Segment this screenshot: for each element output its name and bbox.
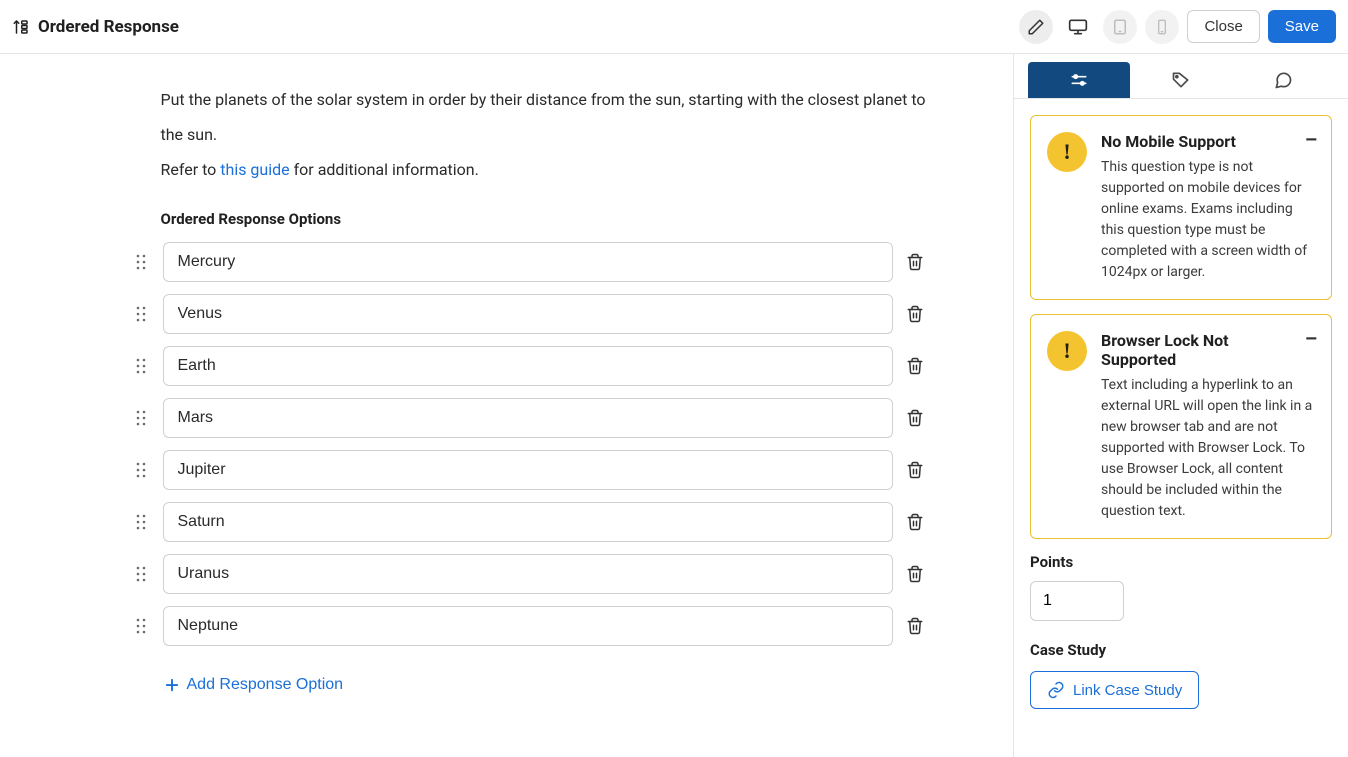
topbar: Ordered Response Close Save [0,0,1348,54]
drag-handle-icon[interactable] [133,357,149,375]
drag-handle-icon[interactable] [133,513,149,531]
drag-handle-icon[interactable] [133,253,149,271]
desktop-preview-button[interactable] [1061,10,1095,44]
points-input[interactable] [1030,581,1124,621]
question-text-refer-pre: Refer to [161,160,221,179]
option-input[interactable] [163,242,893,282]
warning-icon: ! [1047,132,1087,172]
trash-icon [906,513,924,531]
warning-no-mobile: ! No Mobile Support This question type i… [1030,115,1332,300]
warning-icon: ! [1047,331,1087,371]
option-input[interactable] [163,450,893,490]
drag-handle-icon[interactable] [133,617,149,635]
tab-settings[interactable] [1028,62,1130,98]
pencil-icon [1027,18,1045,36]
delete-option-button[interactable] [903,614,927,638]
tablet-icon [1111,18,1129,36]
warning-collapse-button[interactable]: − [1305,130,1317,150]
trash-icon [906,409,924,427]
drag-handle-icon[interactable] [133,461,149,479]
warning-text: This question type is not supported on m… [1101,157,1315,283]
guide-link[interactable]: this guide [220,160,289,179]
add-response-option-button[interactable]: Add Response Option [161,672,346,698]
save-button[interactable]: Save [1268,10,1336,43]
option-input[interactable] [163,606,893,646]
option-row [161,450,927,490]
drag-handle-icon[interactable] [133,305,149,323]
tab-tags[interactable] [1130,62,1232,98]
link-case-study-button[interactable]: Link Case Study [1030,671,1199,709]
close-button[interactable]: Close [1187,10,1259,43]
option-row [161,398,927,438]
warning-title: Browser Lock Not Supported [1101,331,1315,369]
edit-mode-button[interactable] [1019,10,1053,44]
sidebar-tabs [1014,54,1348,99]
options-list [161,242,927,646]
tab-comments[interactable] [1232,62,1334,98]
main: Put the planets of the solar system in o… [0,54,1014,757]
points-field: Points [1030,553,1332,621]
trash-icon [906,357,924,375]
trash-icon [906,617,924,635]
option-row [161,554,927,594]
delete-option-button[interactable] [903,354,927,378]
trash-icon [906,305,924,323]
mobile-preview-button [1145,10,1179,44]
tablet-preview-button [1103,10,1137,44]
case-study-field: Case Study Link Case Study [1030,641,1332,709]
delete-option-button[interactable] [903,458,927,482]
question-stem: Put the planets of the solar system in o… [161,82,927,188]
option-input[interactable] [163,398,893,438]
sliders-icon [1069,70,1089,90]
sidebar: ! No Mobile Support This question type i… [1014,54,1348,757]
comment-icon [1273,70,1293,90]
delete-option-button[interactable] [903,510,927,534]
tag-icon [1171,70,1191,90]
options-section-label: Ordered Response Options [161,210,927,228]
drag-handle-icon[interactable] [133,409,149,427]
points-label: Points [1030,553,1332,571]
option-row [161,502,927,542]
mobile-icon [1154,19,1170,35]
warning-collapse-button[interactable]: − [1305,329,1317,349]
option-row [161,606,927,646]
warning-title: No Mobile Support [1101,132,1315,151]
delete-option-button[interactable] [903,562,927,586]
option-input[interactable] [163,554,893,594]
option-row [161,294,927,334]
option-row [161,242,927,282]
delete-option-button[interactable] [903,406,927,430]
option-input[interactable] [163,502,893,542]
warning-browser-lock: ! Browser Lock Not Supported Text includ… [1030,314,1332,539]
option-input[interactable] [163,294,893,334]
question-text-refer-post: for additional information. [290,160,479,179]
option-row [161,346,927,386]
page-title: Ordered Response [38,17,179,37]
trash-icon [906,253,924,271]
plus-icon [163,676,181,694]
delete-option-button[interactable] [903,302,927,326]
link-case-study-label: Link Case Study [1073,682,1182,699]
warning-text: Text including a hyperlink to an externa… [1101,375,1315,522]
drag-handle-icon[interactable] [133,565,149,583]
delete-option-button[interactable] [903,250,927,274]
link-icon [1047,681,1065,699]
option-input[interactable] [163,346,893,386]
question-text-line1: Put the planets of the solar system in o… [161,90,926,144]
trash-icon [906,565,924,583]
trash-icon [906,461,924,479]
desktop-icon [1068,17,1088,37]
ordered-response-icon [12,18,30,36]
add-response-option-label: Add Response Option [187,676,344,694]
case-study-label: Case Study [1030,641,1332,659]
